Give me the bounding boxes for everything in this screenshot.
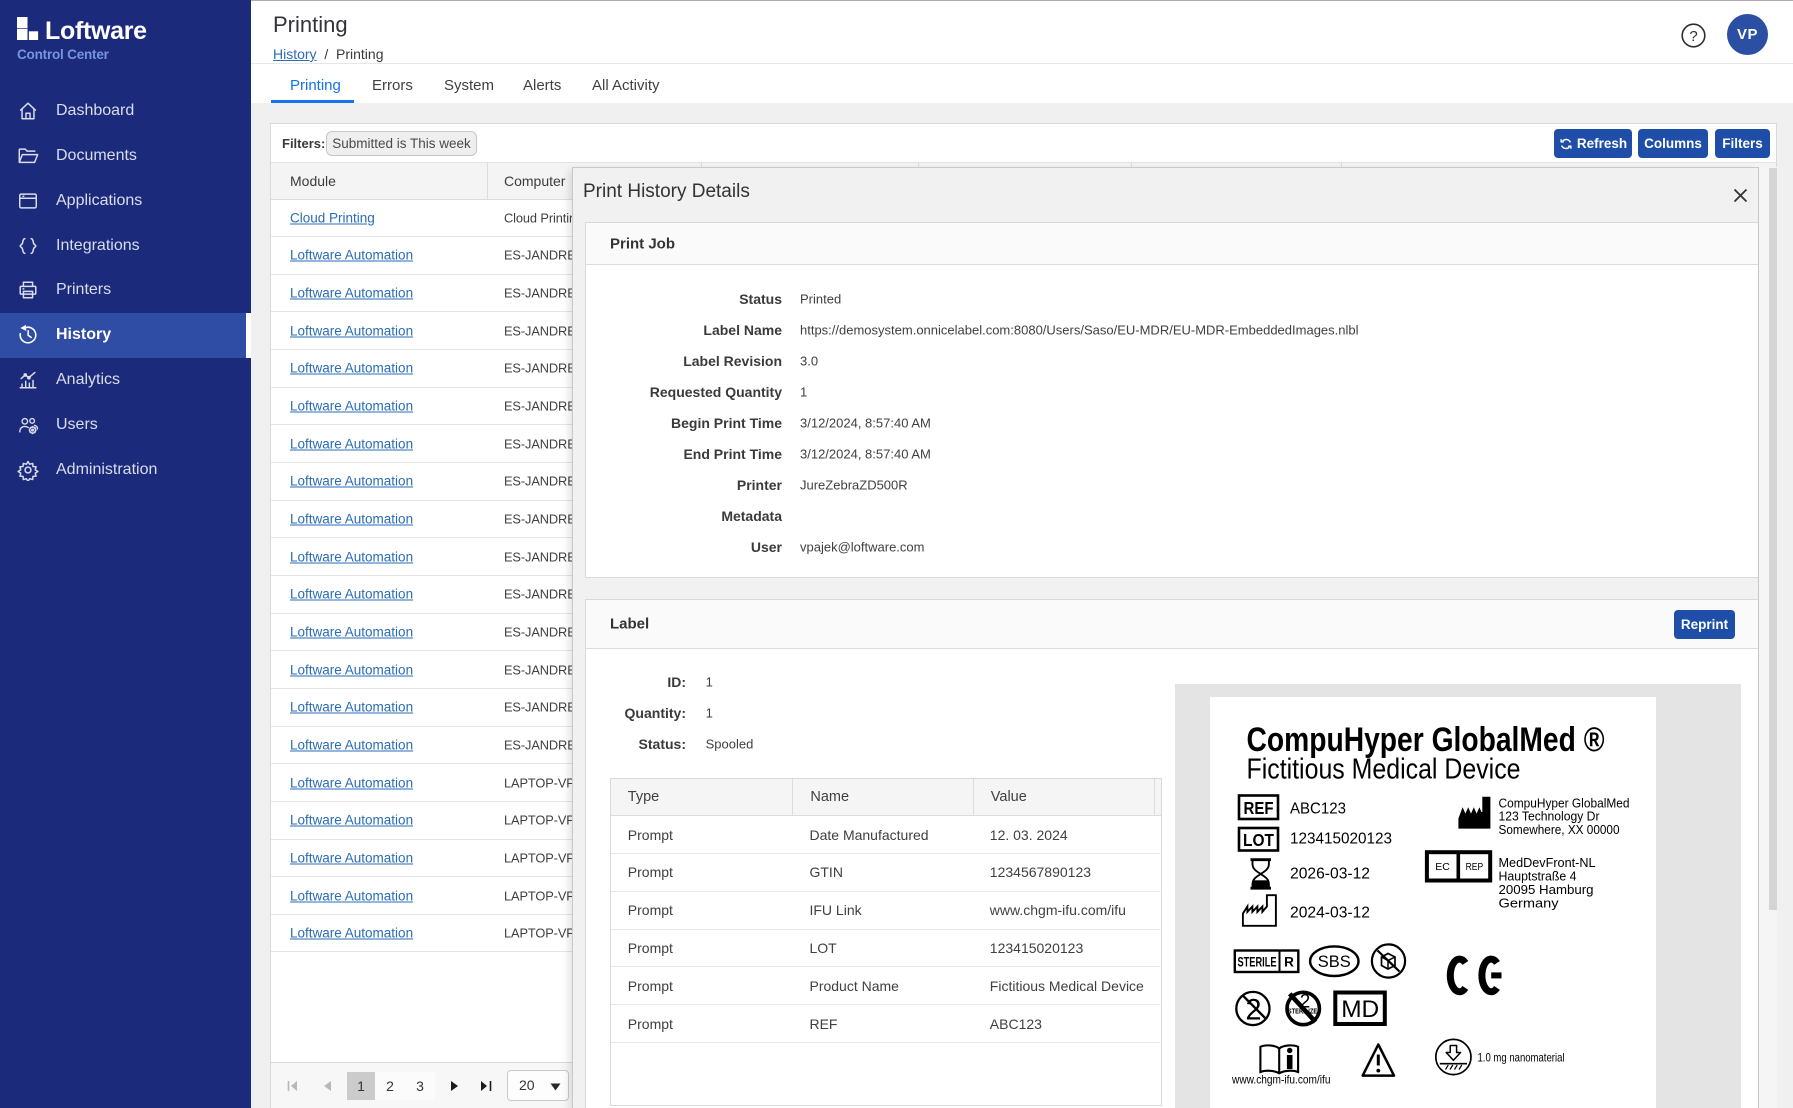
svg-text:ABC123: ABC123 <box>1290 801 1346 818</box>
svg-text:Germany: Germany <box>1498 896 1558 911</box>
svg-text:MD: MD <box>1341 996 1379 1023</box>
svg-text:?: ? <box>1689 28 1697 45</box>
svg-text:Fictitious Medical Device: Fictitious Medical Device <box>1246 754 1520 786</box>
svg-text:www.chgm-ifu.com/ifu: www.chgm-ifu.com/ifu <box>1231 1073 1330 1087</box>
svg-text:2026-03-12: 2026-03-12 <box>1290 866 1370 883</box>
svg-text:REF: REF <box>1243 798 1273 818</box>
svg-text:123415020123: 123415020123 <box>1290 831 1392 848</box>
svg-text:REP: REP <box>1465 861 1483 873</box>
svg-text:R: R <box>1284 955 1294 970</box>
svg-text:1.0 mg nanomaterial: 1.0 mg nanomaterial <box>1477 1051 1564 1065</box>
svg-text:EC: EC <box>1435 861 1450 873</box>
svg-text:STERILE: STERILE <box>1237 955 1276 970</box>
svg-text:2: 2 <box>1245 994 1261 1027</box>
svg-text:2024-03-12: 2024-03-12 <box>1290 905 1370 922</box>
svg-text:Somewhere, XX 00000: Somewhere, XX 00000 <box>1498 822 1619 837</box>
svg-text:SBS: SBS <box>1317 952 1350 971</box>
svg-text:LOT: LOT <box>1243 830 1274 850</box>
